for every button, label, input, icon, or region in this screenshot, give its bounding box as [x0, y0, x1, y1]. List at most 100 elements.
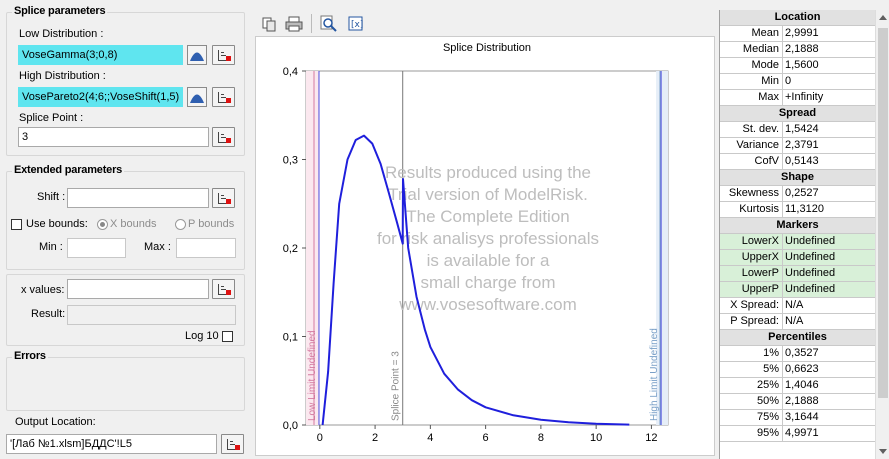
stats-value: 1,5424 [785, 123, 819, 135]
output-location-input[interactable]: '[Лаб №1.xlsm]БДДС'!L5 [6, 434, 217, 454]
stats-key: 75% [720, 410, 783, 425]
stats-value: Undefined [783, 266, 875, 281]
splice-parameters-title: Splice parameters [12, 5, 108, 17]
stats-row: 95% 4,9971 [720, 426, 875, 442]
stats-value: 11,3120 [785, 203, 824, 215]
zoom-icon[interactable] [320, 15, 338, 33]
stats-value: 0,5143 [785, 155, 819, 167]
high-distribution-label: High Distribution : [19, 70, 106, 82]
statistics-scrollbar[interactable] [875, 10, 889, 459]
output-location-select-button[interactable] [221, 434, 244, 454]
stats-value: 2,1888 [785, 43, 819, 55]
stats-key: Min [720, 74, 783, 89]
stats-row: Min 0 [720, 74, 875, 90]
stats-row: Skewness 0,2527 [720, 186, 875, 202]
high-distribution-button[interactable] [187, 87, 207, 107]
stats-row: St. dev. 1,5424 [720, 122, 875, 138]
stats-row: 5% 0,6623 [720, 362, 875, 378]
stats-row: Mode 1,5600 [720, 58, 875, 74]
stats-value: 1,4046 [785, 379, 819, 391]
low-distribution-input[interactable]: VoseGamma(3;0,8) [18, 45, 183, 65]
result-field [67, 305, 236, 325]
errors-title: Errors [12, 350, 48, 362]
stats-value: Undefined [783, 250, 875, 265]
stats-key: Max [720, 90, 783, 105]
stats-row: CofV 0,5143 [720, 154, 875, 170]
x-tick-label: 4 [427, 432, 433, 444]
y-tick-label: 0,1 [283, 332, 298, 344]
extended-parameters-title: Extended parameters [12, 164, 125, 176]
stats-value: +Infinity [785, 91, 824, 103]
min-input[interactable] [67, 238, 126, 258]
x-values-input[interactable] [67, 279, 209, 299]
stats-value: 4,9971 [785, 427, 819, 439]
stats-value: N/A [785, 299, 804, 311]
low-distribution-label: Low Distribution : [19, 28, 104, 40]
stats-row: 25% 1,4046 [720, 378, 875, 394]
output-location-label: Output Location: [15, 416, 96, 428]
stats-section-header: Percentiles [720, 330, 875, 346]
watermark-line: for risk analisys professionals [377, 229, 599, 248]
stats-value: Undefined [783, 234, 875, 249]
y-tick-label: 0,3 [283, 155, 298, 167]
p-bounds-radio[interactable] [175, 219, 186, 230]
shift-input[interactable] [67, 188, 209, 208]
y-tick-label: 0,0 [283, 420, 298, 432]
shift-label: Shift : [37, 191, 66, 203]
stats-section-header: Markers [720, 218, 875, 234]
stats-key: 1% [720, 346, 783, 361]
x-tick-label: 10 [590, 432, 602, 444]
low-distribution-button[interactable] [187, 45, 207, 65]
watermark-line: The Complete Edition [406, 207, 569, 226]
stats-key: 25% [720, 378, 783, 393]
stats-row: LowerP Undefined [720, 266, 875, 282]
shift-select-button[interactable] [212, 188, 235, 208]
svg-text:[x]: [x] [351, 20, 363, 30]
high-distribution-select-button[interactable] [212, 87, 235, 107]
stats-value: Undefined [783, 282, 875, 297]
stats-value: 0 [785, 75, 792, 87]
y-tick-label: 0,2 [283, 243, 298, 255]
high-distribution-input[interactable]: VosePareto2(4;6;;VoseShift(1,5) [18, 87, 183, 107]
scrollbar-thumb[interactable] [878, 28, 888, 398]
x-values-select-button[interactable] [212, 279, 235, 299]
stats-key: P Spread: [720, 314, 783, 329]
stats-key: CofV [720, 154, 783, 169]
watermark-line: Results produced using the [385, 163, 591, 182]
splice-point-select-button[interactable] [212, 127, 235, 147]
stats-row: 1% 0,3527 [720, 346, 875, 362]
distribution-shape-icon [190, 52, 204, 61]
stats-key: UpperX [720, 250, 783, 265]
stats-key: 50% [720, 394, 783, 409]
stats-key: Mode [720, 58, 783, 73]
x-bounds-radio[interactable] [97, 219, 108, 230]
watermark-line: is available for a [427, 251, 550, 270]
plot-area [305, 70, 669, 426]
stats-value: 2,3791 [785, 139, 819, 151]
result-label: Result: [31, 308, 66, 320]
splice-point-input[interactable]: 3 [18, 127, 209, 147]
x-tick-label: 12 [645, 432, 657, 444]
stats-key: Kurtosis [720, 202, 783, 217]
distribution-shape-icon [190, 94, 204, 103]
stats-key: LowerP [720, 266, 783, 281]
stats-row: X Spread: N/A [720, 298, 875, 314]
copy-icon[interactable] [261, 15, 279, 33]
marker-label: Low Limit Undefined [307, 330, 318, 421]
formula-icon[interactable]: [x] [347, 15, 365, 33]
stats-value: 2,1888 [785, 395, 819, 407]
print-icon[interactable] [285, 15, 303, 33]
stats-value: 3,1644 [785, 411, 819, 423]
x-tick-label: 8 [538, 432, 544, 444]
max-input[interactable] [176, 238, 236, 258]
stats-section-header: Location [720, 10, 875, 26]
stats-value: 0,6623 [785, 363, 819, 375]
chart-title: Splice Distribution [443, 42, 531, 54]
stats-value: 0,2527 [785, 187, 819, 199]
log10-checkbox[interactable] [222, 331, 233, 342]
stats-row: 75% 3,1644 [720, 410, 875, 426]
low-distribution-select-button[interactable] [212, 45, 235, 65]
use-bounds-checkbox[interactable] [11, 219, 22, 230]
p-bounds-label: P bounds [188, 218, 235, 230]
stats-row: Mean 2,9991 [720, 26, 875, 42]
